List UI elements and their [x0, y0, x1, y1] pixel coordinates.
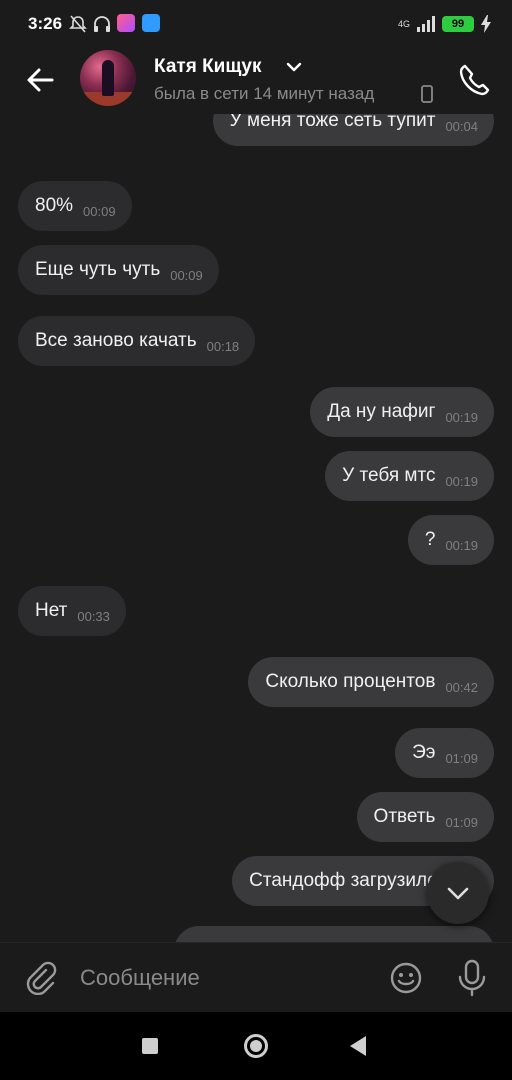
contact-name[interactable]: Катя Кищук — [154, 56, 261, 78]
message-bubble-incoming[interactable]: 80% 00:09 — [18, 181, 132, 231]
message-time: 00:42 — [445, 679, 478, 695]
message-time: 00:04 — [445, 118, 478, 134]
bell-off-icon — [69, 15, 87, 33]
message-bubble-incoming[interactable]: Нет 00:33 — [18, 586, 126, 636]
chevron-down-icon — [447, 887, 469, 900]
message-time: 00:09 — [170, 267, 203, 283]
message-time: 00:09 — [83, 203, 116, 219]
status-bar: 3:26 4G 99 — [0, 0, 512, 48]
message-time: 00:33 — [77, 608, 110, 624]
message-bubble-incoming[interactable]: Еще чуть чуть 00:09 — [18, 245, 219, 295]
system-back-button[interactable] — [350, 1036, 366, 1056]
message-list[interactable]: У меня тоже сеть тупит 00:04 80% 00:09 Е… — [0, 114, 512, 942]
chat-header: Катя Кищук была в сети 14 минут назад — [0, 48, 512, 114]
message-bubble-outgoing[interactable]: У тебя мтс 00:19 — [325, 451, 494, 501]
system-nav-bar — [0, 1012, 512, 1080]
message-time: 00:19 — [445, 409, 478, 425]
phone-call-icon[interactable] — [456, 62, 492, 98]
message-text: Еще чуть чуть — [35, 259, 161, 280]
headphones-icon — [94, 16, 110, 32]
message-bubble-outgoing[interactable]: У меня тоже сеть тупит 00:04 — [212, 114, 494, 146]
mobile-device-icon — [421, 85, 433, 103]
signal-icon — [417, 16, 435, 32]
avatar[interactable] — [80, 50, 136, 106]
message-time: 00:19 — [445, 537, 478, 553]
back-arrow-icon[interactable] — [22, 62, 58, 98]
paperclip-icon[interactable] — [24, 961, 58, 995]
message-time: 00:18 — [206, 338, 240, 354]
scroll-to-bottom-button[interactable] — [427, 862, 489, 924]
contact-status: была в сети 14 минут назад — [154, 84, 375, 103]
status-time: 3:26 — [28, 14, 63, 33]
app-icon-heart — [117, 14, 135, 32]
message-input[interactable] — [80, 961, 370, 995]
message-bubble-outgoing[interactable]: Сколько процентов 00:42 — [248, 657, 494, 707]
message-text: Сколько процентов — [265, 671, 436, 692]
message-text: Все заново качать — [35, 330, 197, 351]
message-text: У тебя мтс — [342, 465, 436, 486]
message-bubble-incoming[interactable]: Все заново качать 00:18 — [18, 316, 256, 366]
message-text: Ответь — [373, 806, 436, 827]
message-bubble-outgoing[interactable]: Да ну нафиг 00:19 — [310, 387, 494, 437]
message-time: 00:19 — [445, 473, 478, 489]
message-composer — [0, 942, 512, 1012]
message-bubble-outgoing[interactable]: Ээ 01:09 — [395, 728, 494, 778]
app-icon-blue — [142, 14, 160, 32]
message-time: 01:09 — [445, 814, 478, 830]
status-right-group: 4G 99 — [398, 14, 492, 34]
message-text: У меня тоже сеть тупит — [229, 114, 436, 131]
message-text: ? — [424, 529, 436, 550]
message-text: 80% — [35, 195, 74, 216]
message-text: Ээ — [412, 742, 436, 763]
charging-icon — [481, 15, 491, 33]
message-bubble-outgoing-partial[interactable] — [174, 926, 494, 942]
home-button[interactable] — [244, 1034, 268, 1058]
message-bubble-outgoing[interactable]: Ответь 01:09 — [356, 792, 494, 842]
chevron-down-icon[interactable] — [286, 60, 302, 74]
message-bubble-outgoing[interactable]: ? 00:19 — [407, 515, 494, 565]
avatar-figure — [102, 60, 114, 96]
network-label: 4G — [397, 18, 410, 29]
battery-indicator: 99 — [442, 16, 474, 32]
recent-apps-button[interactable] — [142, 1038, 158, 1054]
microphone-icon[interactable] — [456, 959, 488, 997]
message-text: Да ну нафиг — [327, 401, 436, 422]
message-time: 01:09 — [445, 750, 478, 766]
message-text: Нет — [35, 600, 68, 621]
emoji-icon[interactable] — [389, 961, 423, 995]
